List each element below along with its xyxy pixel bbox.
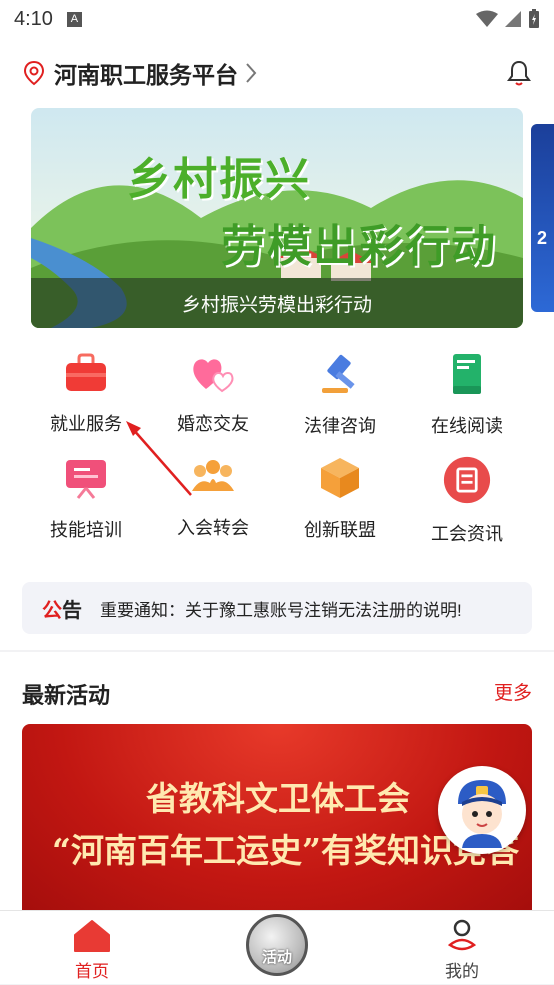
assistant-mascot-button[interactable]	[438, 766, 526, 854]
cube-icon	[316, 456, 364, 500]
notice-tag-suffix: 告	[62, 597, 82, 622]
service-dating[interactable]: 婚恋交友	[149, 336, 277, 436]
banner-next-label: 2	[537, 228, 548, 248]
service-membership[interactable]: 入会转会	[149, 440, 277, 540]
bell-icon[interactable]	[506, 59, 532, 87]
service-label: 入会转会	[177, 518, 249, 538]
notice-bar[interactable]: 公告 重要通知：关于豫工惠账号注销无法注册的说明!	[22, 582, 532, 634]
profile-icon	[446, 919, 478, 953]
tab-activity-label: 活动	[261, 949, 292, 966]
activities-heading: 最新活动	[22, 683, 111, 708]
group-icon	[189, 456, 237, 498]
tab-mine[interactable]: 我的	[402, 911, 522, 985]
mascot-avatar-icon	[458, 780, 506, 848]
service-news[interactable]: 工会资讯	[403, 440, 531, 544]
status-icons	[476, 9, 540, 29]
activity-banner-line1: 省教科文卫体工会	[146, 779, 410, 818]
platform-title[interactable]: 河南职工服务平台	[54, 56, 238, 90]
location-pin-icon[interactable]	[22, 60, 46, 86]
training-board-icon	[62, 456, 110, 500]
service-legal[interactable]: 法律咨询	[276, 336, 404, 436]
notice-tag: 公告	[42, 594, 82, 623]
service-grid: 就业服务 婚恋交友 法律咨询 在线阅读 技能培训 入会转会 创新联盟 工会资讯	[0, 336, 554, 560]
service-label: 就业服务	[50, 414, 122, 434]
service-label: 在线阅读	[431, 416, 503, 436]
battery-icon	[529, 9, 539, 28]
home-icon	[73, 919, 111, 953]
briefcase-icon	[62, 352, 110, 394]
notice-tag-prefix: 公	[42, 597, 62, 622]
chevron-right-icon[interactable]	[244, 61, 258, 85]
service-label: 创新联盟	[304, 520, 376, 540]
notice-section: 公告 重要通知：关于豫工惠账号注销无法注册的说明!	[0, 560, 554, 650]
tab-mine-label: 我的	[445, 962, 479, 981]
tab-home[interactable]: 首页	[32, 911, 152, 985]
service-reading[interactable]: 在线阅读	[403, 336, 531, 436]
status-bar: 4:10 A	[0, 0, 554, 38]
signal-icon	[505, 11, 521, 27]
banner-next-slide[interactable]: 2	[531, 124, 554, 312]
banner-slide[interactable]: 乡村振兴 劳模出彩行动 乡村振兴劳模出彩行动	[31, 108, 523, 328]
wifi-icon	[476, 10, 498, 27]
news-icon	[443, 456, 491, 504]
service-employment[interactable]: 就业服务	[22, 336, 150, 436]
service-training[interactable]: 技能培训	[22, 440, 150, 540]
service-label: 技能培训	[50, 520, 122, 540]
gavel-icon	[316, 352, 364, 396]
notice-message[interactable]: 重要通知：关于豫工惠账号注销无法注册的说明!	[100, 596, 462, 621]
banner-headline-2: 劳模出彩行动	[221, 221, 497, 272]
app-header: 河南职工服务平台	[0, 38, 554, 108]
banner-carousel[interactable]: 乡村振兴 劳模出彩行动 乡村振兴劳模出彩行动 2	[0, 108, 554, 336]
service-label: 法律咨询	[304, 416, 376, 436]
tab-home-label: 首页	[75, 962, 109, 981]
service-label: 工会资讯	[431, 524, 503, 544]
more-link[interactable]: 更多	[494, 678, 532, 705]
hearts-icon	[189, 352, 237, 394]
banner-caption: 乡村振兴劳模出彩行动	[31, 278, 523, 328]
book-icon	[443, 352, 491, 396]
service-label: 婚恋交友	[177, 414, 249, 434]
service-innovation[interactable]: 创新联盟	[276, 440, 404, 540]
notification-a-icon: A	[66, 11, 82, 27]
status-time: 4:10	[14, 7, 53, 30]
banner-headline-1: 乡村振兴	[127, 154, 311, 205]
tab-activity-center-button[interactable]: 活动	[246, 914, 308, 976]
